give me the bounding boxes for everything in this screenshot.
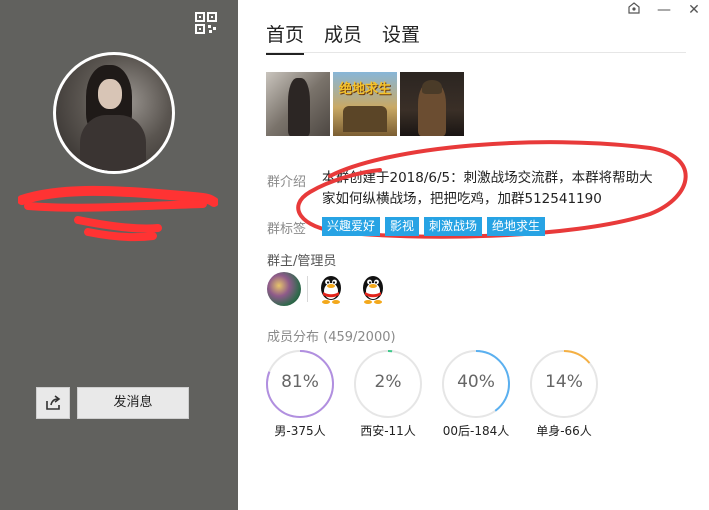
owner-avatar[interactable] — [267, 272, 301, 306]
tag-item[interactable]: 刺激战场 — [424, 217, 483, 236]
tab-divider — [266, 52, 686, 53]
photo-thumbnail[interactable] — [266, 72, 330, 136]
distribution-value: 2% — [374, 372, 402, 392]
qq-penguin-avatar[interactable] — [314, 272, 348, 306]
distribution-caption: 西安-11人 — [360, 424, 416, 438]
tab-settings[interactable]: 设置 — [382, 20, 420, 55]
tag-item[interactable]: 绝地求生 — [487, 217, 546, 236]
photo-thumbnail[interactable]: 绝地求生 — [333, 72, 397, 136]
left-panel: 发消息 — [0, 0, 238, 510]
distribution-item[interactable]: 81% 男-375人 — [264, 348, 336, 439]
tag-item[interactable]: 影视 — [385, 217, 420, 236]
admin-label: 群主/管理员 — [267, 254, 337, 269]
distribution-item[interactable]: 14% 单身-66人 — [528, 348, 600, 439]
tab-bar: 首页 成员 设置 — [266, 20, 420, 55]
admin-divider — [307, 276, 308, 302]
distribution-value: 40% — [457, 372, 495, 392]
tags-label: 群标签 — [267, 222, 307, 237]
redaction-scribble — [18, 185, 218, 242]
send-message-button[interactable]: 发消息 — [77, 387, 189, 419]
photo-thumbnail[interactable] — [400, 72, 464, 136]
tab-home[interactable]: 首页 — [266, 20, 305, 55]
distribution-item[interactable]: 40% 00后-184人 — [440, 348, 512, 439]
distribution-value: 81% — [281, 372, 319, 392]
tag-item[interactable]: 兴趣爱好 — [322, 217, 381, 236]
tag-list: 兴趣爱好 影视 刺激战场 绝地求生 — [322, 217, 546, 236]
admin-list — [267, 272, 398, 306]
distribution-caption: 男-375人 — [274, 424, 326, 438]
distribution-label: 成员分布 (459/2000) — [267, 330, 396, 345]
distribution-caption: 00后-184人 — [442, 424, 510, 438]
tab-members[interactable]: 成员 — [324, 20, 362, 55]
qq-penguin-avatar[interactable] — [356, 272, 390, 306]
distribution-caption: 单身-66人 — [536, 424, 592, 438]
photo-caption: 绝地求生 — [338, 82, 391, 97]
distribution-value: 14% — [545, 372, 583, 392]
group-photos: 绝地求生 — [266, 72, 464, 136]
skin-glyph — [628, 2, 640, 14]
minimize-icon[interactable]: — — [654, 2, 674, 18]
avatar-image — [56, 55, 172, 171]
share-button[interactable] — [36, 387, 70, 419]
group-avatar[interactable] — [53, 52, 175, 174]
distribution-item[interactable]: 2% 西安-11人 — [352, 348, 424, 439]
close-icon[interactable]: ✕ — [684, 2, 704, 18]
skin-icon[interactable] — [624, 2, 644, 18]
qr-code-icon[interactable] — [195, 12, 217, 34]
share-icon — [46, 395, 61, 410]
